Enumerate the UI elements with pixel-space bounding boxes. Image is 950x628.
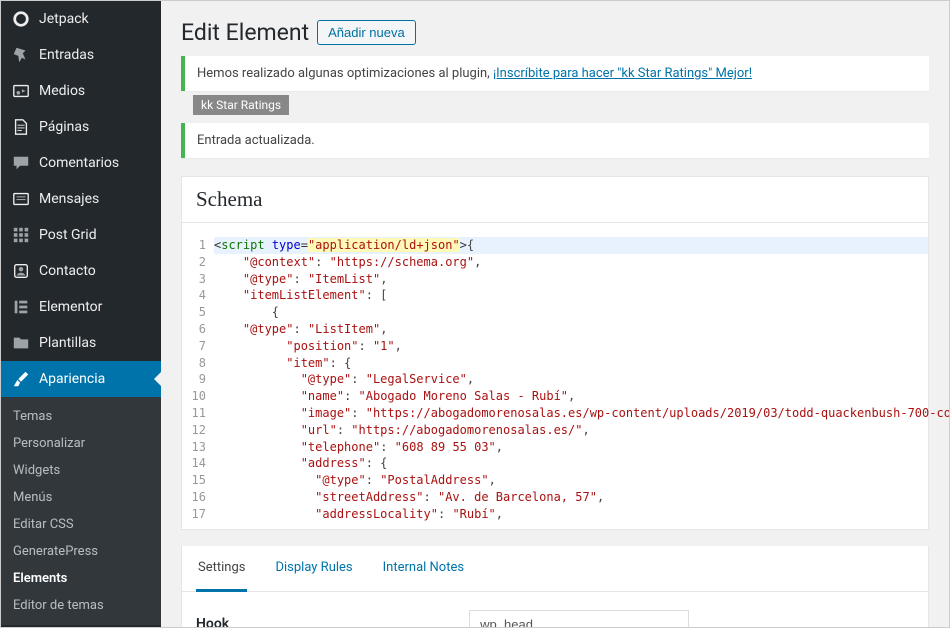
page-title: Edit Element	[181, 19, 309, 46]
pin-icon	[11, 45, 31, 65]
settings-tabs: Settings Display Rules Internal Notes	[181, 546, 929, 592]
line-number: 10	[182, 388, 214, 405]
menu-label: Jetpack	[39, 11, 89, 27]
line-number: 13	[182, 439, 214, 456]
submenu-widgets[interactable]: Widgets	[1, 457, 161, 484]
menu-post-grid[interactable]: Post Grid	[1, 217, 161, 253]
brush-icon	[11, 369, 31, 389]
menu-elementor[interactable]: Elementor	[1, 289, 161, 325]
contact-icon	[11, 261, 31, 281]
hook-label: Hook	[196, 616, 229, 627]
code-line[interactable]: 2 "@context": "https://schema.org",	[182, 254, 928, 271]
line-number: 12	[182, 422, 214, 439]
line-number: 16	[182, 489, 214, 506]
menu-label: Mensajes	[39, 191, 99, 207]
code-line[interactable]: 4 "itemListElement": [	[182, 287, 928, 304]
line-number: 4	[182, 287, 214, 304]
menu-mensajes[interactable]: Mensajes	[1, 181, 161, 217]
code-line[interactable]: 11 "image": "https://abogadomorenosalas.…	[182, 405, 928, 422]
submenu-elements[interactable]: Elements	[1, 565, 161, 592]
grid-icon	[11, 225, 31, 245]
menu-medios[interactable]: Medios	[1, 73, 161, 109]
submenu-personalizar[interactable]: Personalizar	[1, 430, 161, 457]
main-content: Edit Element Añadir nueva Hemos realizad…	[161, 1, 949, 627]
submenu-menús[interactable]: Menús	[1, 484, 161, 511]
line-number: 8	[182, 355, 214, 372]
submenu-generatepress[interactable]: GeneratePress	[1, 538, 161, 565]
menu-entradas[interactable]: Entradas	[1, 37, 161, 73]
line-number: 3	[182, 271, 214, 288]
code-line[interactable]: 17 "addressLocality": "Rubí",	[182, 506, 928, 523]
notice-optim: Hemos realizado algunas optimizaciones a…	[181, 56, 929, 91]
code-line[interactable]: 10 "name": "Abogado Moreno Salas - Rubí"…	[182, 388, 928, 405]
code-line[interactable]: 15 "@type": "PostalAddress",	[182, 472, 928, 489]
menu-label: Plantillas	[39, 335, 96, 351]
menu-comentarios[interactable]: Comentarios	[1, 145, 161, 181]
menu-label: Apariencia	[39, 371, 105, 387]
submenu-editor-de-temas[interactable]: Editor de temas	[1, 592, 161, 619]
code-line[interactable]: 14 "address": {	[182, 455, 928, 472]
menu-label: Páginas	[39, 119, 89, 135]
code-editor[interactable]: 1<script type="application/ld+json">{2 "…	[181, 223, 929, 530]
code-line[interactable]: 16 "streetAddress": "Av. de Barcelona, 5…	[182, 489, 928, 506]
submenu-temas[interactable]: Temas	[1, 403, 161, 430]
notice-updated: Entrada actualizada.	[181, 123, 929, 158]
metabox-title: Schema	[181, 176, 929, 223]
line-number: 1	[182, 237, 214, 254]
line-number: 14	[182, 455, 214, 472]
plugin-badge: kk Star Ratings	[193, 95, 289, 115]
notice-link[interactable]: ¡Inscríbite para hacer "kk Star Ratings"…	[493, 66, 752, 81]
line-number: 9	[182, 371, 214, 388]
line-number: 6	[182, 321, 214, 338]
tab-settings[interactable]: Settings	[196, 546, 247, 592]
code-line[interactable]: 6 "@type": "ListItem",	[182, 321, 928, 338]
menu-páginas[interactable]: Páginas	[1, 109, 161, 145]
menu-plantillas[interactable]: Plantillas	[1, 325, 161, 361]
code-line[interactable]: 9 "@type": "LegalService",	[182, 371, 928, 388]
code-line[interactable]: 13 "telephone": "608 89 55 03",	[182, 439, 928, 456]
menu-label: Entradas	[39, 47, 94, 63]
menu-label: Elementor	[39, 299, 102, 315]
submenu: TemasPersonalizarWidgetsMenúsEditar CSSG…	[1, 397, 161, 625]
menu-contacto[interactable]: Contacto	[1, 253, 161, 289]
mail-icon	[11, 189, 31, 209]
line-number: 5	[182, 304, 214, 321]
comment-icon	[11, 153, 31, 173]
line-number: 2	[182, 254, 214, 271]
menu-label: Comentarios	[39, 155, 119, 171]
code-line[interactable]: 7 "position": "1",	[182, 338, 928, 355]
ring-icon	[11, 9, 31, 29]
add-new-button[interactable]: Añadir nueva	[317, 20, 416, 45]
menu-plugins[interactable]: Plugins	[1, 625, 161, 627]
hook-select[interactable]	[469, 610, 689, 627]
media-icon	[11, 81, 31, 101]
menu-label: Medios	[39, 83, 85, 99]
notice-text: Hemos realizado algunas optimizaciones a…	[197, 66, 493, 81]
elementor-icon	[11, 297, 31, 317]
hook-row: Hook	[181, 592, 929, 627]
code-line[interactable]: 1<script type="application/ld+json">{	[182, 237, 928, 254]
menu-label: Post Grid	[39, 227, 97, 243]
code-line[interactable]: 5 {	[182, 304, 928, 321]
submenu-editar-css[interactable]: Editar CSS	[1, 511, 161, 538]
code-line[interactable]: 12 "url": "https://abogadomorenosalas.es…	[182, 422, 928, 439]
code-line[interactable]: 3 "@type": "ItemList",	[182, 271, 928, 288]
code-line[interactable]: 8 "item": {	[182, 355, 928, 372]
tab-display-rules[interactable]: Display Rules	[273, 546, 354, 591]
admin-sidebar: Jetpack Entradas Medios Páginas Comentarios M…	[1, 1, 161, 627]
folder-icon	[11, 333, 31, 353]
menu-label: Contacto	[39, 263, 96, 279]
notice-updated-text: Entrada actualizada.	[197, 133, 315, 148]
line-number: 17	[182, 506, 214, 523]
line-number: 7	[182, 338, 214, 355]
line-number: 15	[182, 472, 214, 489]
menu-apariencia[interactable]: Apariencia	[1, 361, 161, 397]
line-number: 11	[182, 405, 214, 422]
menu-jetpack[interactable]: Jetpack	[1, 1, 161, 37]
tab-internal-notes[interactable]: Internal Notes	[381, 546, 466, 591]
page-icon	[11, 117, 31, 137]
